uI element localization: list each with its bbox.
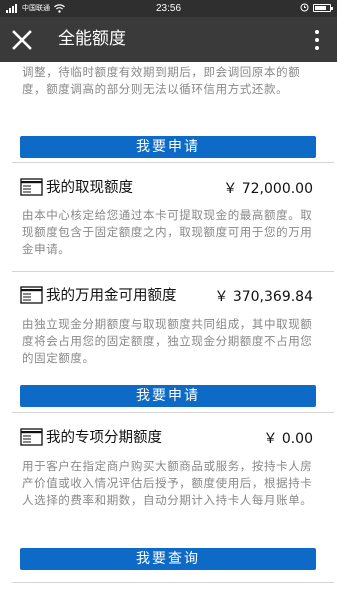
divider [12, 412, 334, 413]
navbar: 全能额度 [0, 17, 337, 62]
more-vertical-icon[interactable] [313, 28, 321, 52]
installment-limit-description: 用于客户在指定商户购买大额商品或服务，按持卡人房产价值或收入情况评估后授予，额度… [22, 459, 313, 507]
cash-limit-amount: ￥ 72,000.00 [223, 181, 313, 197]
cash-limit-title: 我的取现额度 [46, 180, 133, 196]
battery-icon [313, 4, 333, 12]
page-title: 全能额度 [58, 29, 126, 49]
battery-level [315, 6, 327, 10]
status-time: 23:56 [155, 3, 182, 14]
apply-button-temp[interactable]: 我要申请 [20, 136, 316, 158]
cash-limit-description: 由本中心核定给您通过本卡可提取现金的最高额度。取现额度包含于固定额度之内，取现额… [22, 208, 313, 256]
intro-text: 调整，待临时额度有效期到期后，即会调回原本的额度，额度调高的部分则无法以循环信用… [22, 65, 301, 96]
card-icon [20, 427, 43, 446]
status-right [300, 3, 333, 12]
apply-button-universal[interactable]: 我要申请 [20, 385, 316, 407]
more-dot [315, 30, 319, 34]
content-area: 调整，待临时额度有效期到期后，即会调回原本的额度，额度调高的部分则无法以循环信用… [0, 62, 337, 600]
close-icon[interactable] [10, 28, 34, 52]
installment-limit-title-row: 我的专项分期额度 [20, 426, 162, 447]
divider [12, 582, 334, 583]
divider [12, 162, 334, 163]
status-bar: 中国联通 23:56 [0, 0, 337, 17]
query-button[interactable]: 我要查询 [20, 548, 316, 570]
cash-limit-title-row: 我的取现额度 [20, 176, 133, 197]
more-dot [315, 46, 319, 50]
installment-limit-amount: ￥ 0.00 [263, 431, 313, 447]
installment-limit-title: 我的专项分期额度 [46, 430, 162, 446]
universal-limit-amount: ￥ 370,369.84 [214, 289, 313, 305]
universal-limit-description: 由独立现金分期额度与取现额度共同组成，其中取现额度将会占用您的固定额度，独立现金… [22, 317, 313, 365]
universal-limit-title-row: 我的万用金可用额度 [20, 284, 177, 305]
universal-limit-title: 我的万用金可用额度 [46, 288, 177, 304]
card-icon [20, 177, 43, 196]
more-dot [315, 38, 319, 42]
card-icon [20, 285, 43, 304]
divider [12, 271, 334, 272]
alarm-icon [300, 3, 309, 12]
